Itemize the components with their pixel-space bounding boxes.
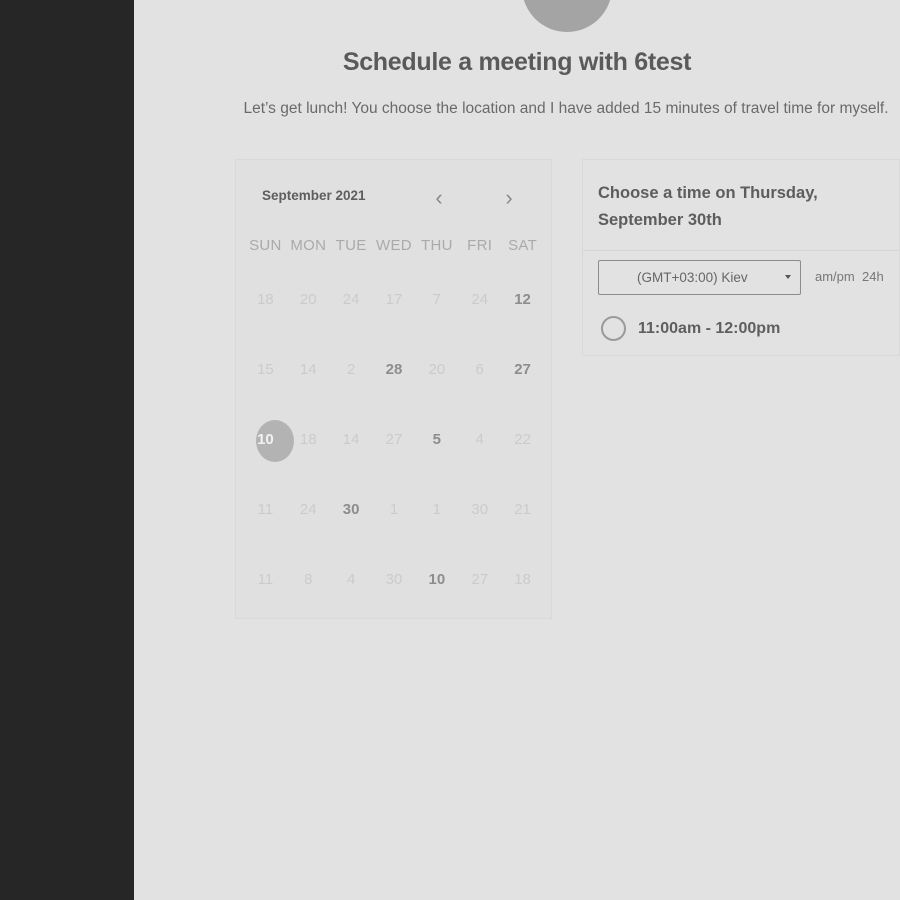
calendar-day: 17	[385, 291, 403, 308]
calendar-day: 18	[299, 431, 317, 448]
weekday-header: SUN MON TUE WED THU FRI SAT	[244, 237, 544, 254]
calendar-day: 2	[346, 361, 356, 378]
calendar-days-grid: 18 20 24 17 7 24 12 15 14 2 28 20 6 27 1…	[244, 278, 544, 628]
calendar-day: 30	[385, 571, 403, 588]
weekday-label: FRI	[467, 237, 493, 254]
calendar-day: 14	[299, 361, 317, 378]
weekday-label: SUN	[249, 237, 282, 254]
timezone-value: (GMT+03:00) Kiev	[637, 270, 748, 285]
timezone-select[interactable]: (GMT+03:00) Kiev	[598, 260, 801, 295]
format-ampm-toggle[interactable]: am/pm	[815, 269, 855, 284]
time-slot-label: 11:00am - 12:00pm	[638, 319, 781, 337]
calendar-day: 24	[299, 501, 317, 518]
calendar-day-available[interactable]: 10	[415, 558, 458, 628]
left-sidebar	[0, 0, 134, 900]
calendar-day: 15	[257, 361, 274, 378]
calendar: September 2021 ‹ › SUN MON TUE WED THU F…	[235, 159, 552, 619]
format-24h-toggle[interactable]: 24h	[862, 269, 884, 284]
page-title: Schedule a meeting with 6test	[342, 48, 692, 76]
calendar-day: 1	[389, 501, 399, 518]
calendar-day: 4	[346, 571, 356, 588]
calendar-day: 11	[257, 571, 274, 588]
calendar-day: 1	[432, 501, 442, 518]
calendar-day-available[interactable]: 27	[501, 348, 544, 418]
calendar-day: 24	[342, 291, 360, 308]
weekday-label: THU	[420, 237, 453, 254]
caret-down-icon	[785, 275, 791, 279]
weekday-label: WED	[376, 237, 412, 254]
calendar-day: 24	[471, 291, 489, 308]
calendar-day: 18	[257, 291, 274, 308]
calendar-day: 6	[475, 361, 484, 378]
calendar-day: 18	[514, 571, 531, 588]
calendar-day: 7	[432, 291, 442, 308]
time-panel-heading-line2: September 30th	[598, 211, 722, 229]
time-panel-heading-line1: Choose a time on Thursday,	[598, 184, 818, 202]
calendar-day: 20	[428, 361, 446, 378]
weekday-label: MON	[290, 237, 327, 254]
time-selection-panel: Choose a time on Thursday, September 30t…	[582, 159, 900, 356]
calendar-day: 27	[471, 571, 489, 588]
weekday-label: SAT	[508, 237, 538, 254]
calendar-day: 22	[514, 431, 531, 448]
calendar-day: 8	[304, 571, 313, 588]
calendar-day: 4	[475, 431, 484, 448]
calendar-day: 30	[471, 501, 489, 518]
chevron-left-icon[interactable]: ‹	[427, 185, 451, 210]
calendar-day: 27	[385, 431, 403, 448]
calendar-day: 14	[342, 431, 360, 448]
calendar-day: 21	[514, 501, 531, 518]
page-subtitle: Let’s get lunch! You choose the location…	[243, 100, 889, 117]
calendar-day-available[interactable]: 12	[501, 278, 544, 348]
calendar-day-available[interactable]: 5	[415, 418, 458, 488]
calendar-day-available[interactable]: 28	[373, 348, 416, 418]
calendar-day: 11	[257, 501, 274, 518]
chevron-right-icon[interactable]: ›	[497, 185, 521, 210]
calendar-day-selected[interactable]: 10	[244, 418, 294, 488]
calendar-month-label: September 2021	[262, 188, 366, 203]
time-panel-heading: Choose a time on Thursday, September 30t…	[583, 160, 899, 251]
radio-icon[interactable]	[601, 316, 626, 341]
calendar-day-available[interactable]: 30	[330, 488, 373, 558]
calendar-day: 20	[299, 291, 317, 308]
time-slot[interactable]: 11:00am - 12:00pm	[601, 316, 780, 341]
weekday-label: TUE	[335, 237, 367, 254]
